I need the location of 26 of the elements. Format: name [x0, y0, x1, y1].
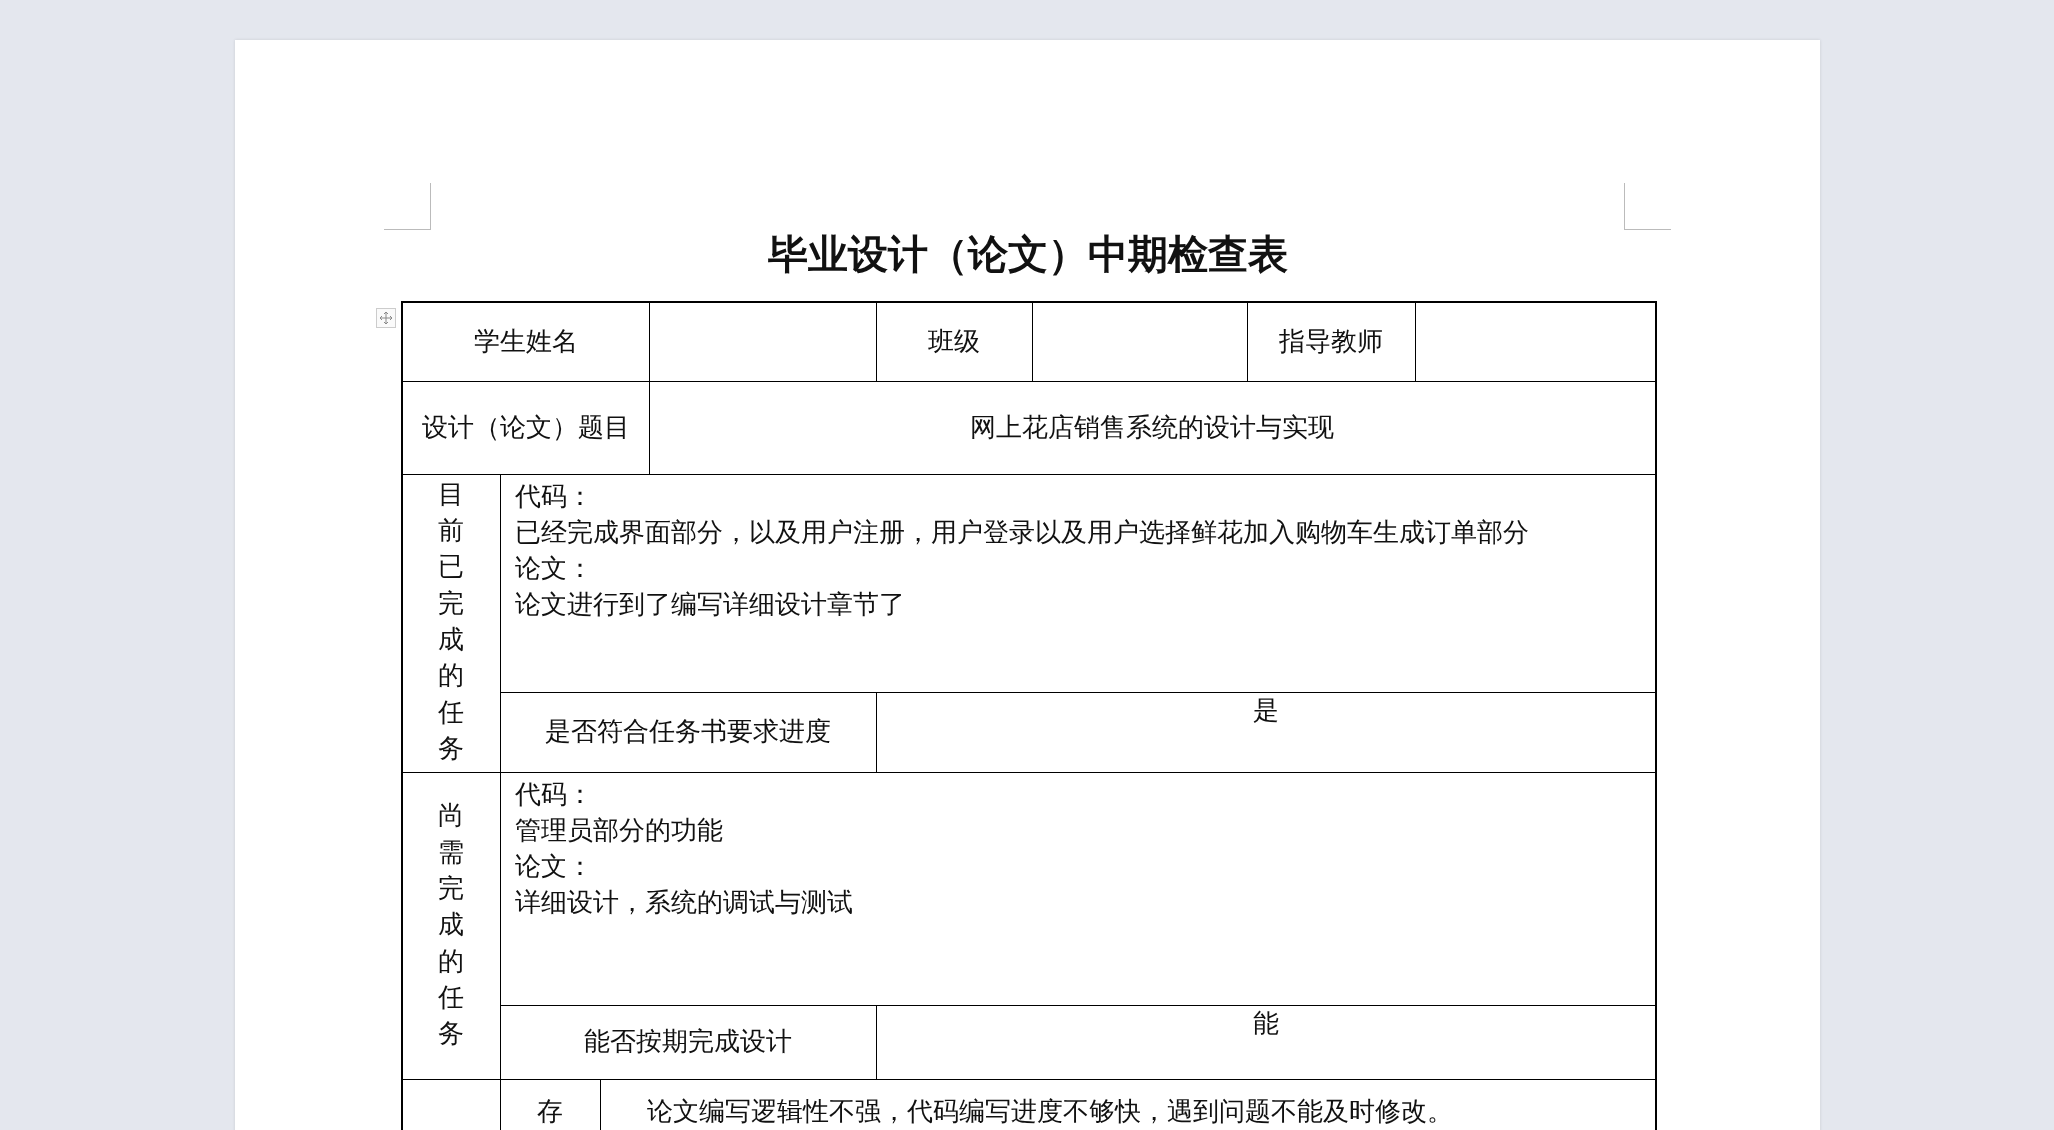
margin-corner-mark [1624, 183, 1671, 230]
topic-text: 网上花店销售系统的设计与实现 [970, 412, 1335, 442]
content-line: 代码： [514, 480, 594, 513]
answer-text: 是 [1252, 695, 1279, 725]
field-label: 指导教师 [1279, 326, 1383, 356]
content-line: 详细设计，系统的调试与测试 [514, 886, 854, 919]
field-label: 班级 [928, 326, 980, 356]
section-label: 尚需完成的任务 [438, 800, 465, 1051]
problem-text: 论文编写逻辑性不强，代码编写进度不够快，遇到问题不能及时修改。 [646, 1096, 1453, 1126]
section-label: 目前已完成的任务 [438, 478, 465, 766]
content-line: 代码： [514, 778, 594, 811]
document-title: 毕业设计（论文）中期检查表 [766, 231, 1289, 279]
content-line: 管理员部分的功能 [514, 814, 724, 847]
content-line: 论文： [514, 850, 594, 883]
content-line: 论文进行到了编写详细设计章节了 [514, 588, 906, 621]
move-icon [379, 311, 393, 325]
section-label: 存 [537, 1096, 563, 1126]
move-handle[interactable] [376, 308, 396, 328]
content-line: 论文： [514, 552, 594, 585]
field-label: 设计（论文）题目 [421, 412, 630, 442]
question-text: 是否符合任务书要求进度 [545, 717, 831, 746]
content-line: 已经完成界面部分，以及用户注册，用户登录以及用户选择鲜花加入购物车生成订单部分 [514, 516, 1530, 549]
margin-corner-mark [384, 183, 431, 230]
answer-text: 能 [1252, 1008, 1279, 1038]
field-label: 学生姓名 [473, 326, 578, 356]
question-text: 能否按期完成设计 [584, 1027, 792, 1056]
